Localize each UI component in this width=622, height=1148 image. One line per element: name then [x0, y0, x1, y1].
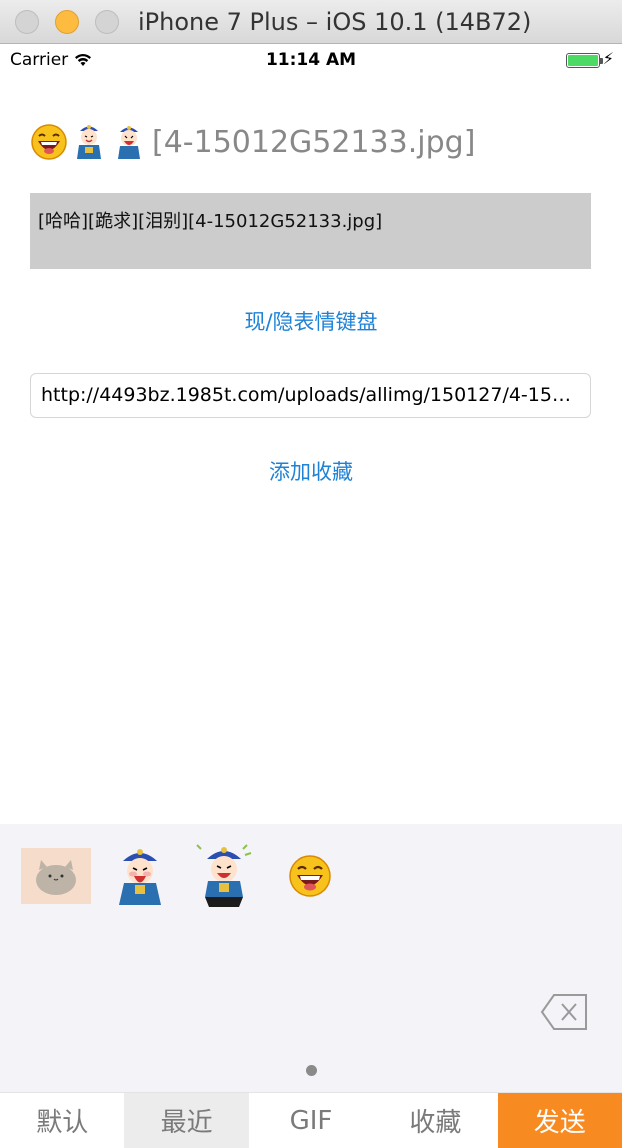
toggle-emoji-keyboard-button[interactable]: 现/隐表情键盘 — [0, 306, 622, 336]
farewell-official-sticker-icon — [110, 123, 148, 161]
kneeling-official-sticker[interactable] — [188, 842, 260, 910]
tab-recent[interactable]: 最近 — [124, 1093, 249, 1148]
window-minimize-button[interactable] — [55, 10, 79, 34]
message-text-view[interactable]: [哈哈][跪求][泪别][4-15012G52133.jpg] — [30, 193, 591, 269]
emoji-tab-bar: 默认 最近 GIF 收藏 发送 — [0, 1092, 622, 1148]
rich-label-text: [4-15012G52133.jpg] — [152, 124, 476, 160]
send-button[interactable]: 发送 — [497, 1093, 622, 1148]
emoji-keyboard — [0, 824, 622, 1092]
charging-icon: ⚡ — [602, 49, 614, 68]
farewell-official-sticker[interactable] — [104, 842, 176, 910]
page-indicator-dot — [306, 1065, 317, 1076]
laughing-emoji-icon — [30, 123, 68, 161]
image-url-input[interactable]: http://4493bz.1985t.com/uploads/allimg/1… — [30, 373, 591, 418]
status-bar: Carrier 11:14 AM ⚡ — [0, 44, 622, 76]
delete-backspace-key[interactable] — [540, 992, 590, 1032]
add-favorite-button[interactable]: 添加收藏 — [0, 456, 622, 486]
window-close-button[interactable] — [15, 10, 39, 34]
window-zoom-button[interactable] — [95, 10, 119, 34]
pusheen-cat-sticker[interactable] — [20, 842, 92, 910]
emoji-rich-label: [4-15012G52133.jpg] — [30, 118, 475, 166]
tab-gif[interactable]: GIF — [249, 1093, 373, 1148]
battery-icon — [566, 53, 603, 68]
tab-favorites[interactable]: 收藏 — [373, 1093, 497, 1148]
kneeling-official-sticker-icon — [70, 123, 108, 161]
status-time: 11:14 AM — [265, 50, 357, 70]
window-title: iPhone 7 Plus – iOS 10.1 (14B72) — [138, 8, 532, 36]
window-titlebar: iPhone 7 Plus – iOS 10.1 (14B72) — [0, 0, 622, 44]
tab-default[interactable]: 默认 — [0, 1093, 124, 1148]
laughing-emoji[interactable] — [274, 842, 346, 910]
